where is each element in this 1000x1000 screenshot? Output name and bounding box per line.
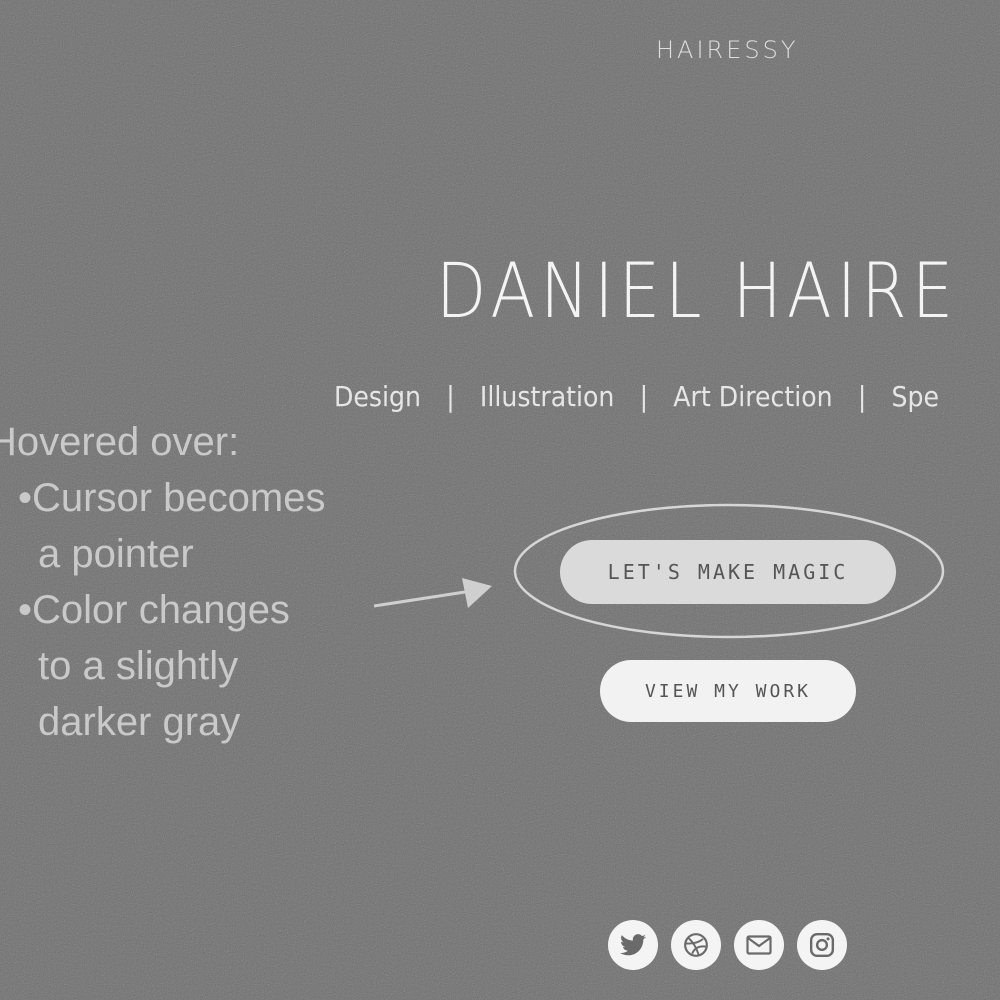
dribbble-icon [684,933,708,957]
dribbble-link[interactable] [671,920,721,970]
nav-item-illustration[interactable]: Illustration [480,380,614,413]
nav-item-art-direction[interactable]: Art Direction [673,380,832,413]
annotation-line: to a slightly [38,644,239,688]
view-my-work-button[interactable]: VIEW MY WORK [600,660,856,722]
nav-item-design[interactable]: Design [334,380,421,413]
mail-icon [746,935,772,955]
site-logo[interactable]: HAIRESSY [656,36,799,64]
annotation-line: •Cursor becomes [18,476,326,520]
social-links [608,920,847,970]
annotation-line: •Color changes [18,588,290,632]
category-nav: Design | Illustration | Art Direction | … [334,380,939,413]
hero-title: DANIEL HAIRE [436,246,959,335]
annotation-arrow [373,578,492,608]
email-link[interactable] [734,920,784,970]
nav-separator: | [446,380,455,413]
nav-separator: | [857,380,867,413]
page: HAIRESSY DANIEL HAIRE Design | Illustrat… [0,0,1000,1000]
twitter-icon [620,934,646,956]
nav-separator: | [639,380,649,413]
annotation-line: Hovered over: [0,420,240,464]
instagram-icon [809,932,835,958]
annotation-line: a pointer [38,532,194,576]
hover-annotation: Hovered over: •Cursor becomes a pointer … [0,414,408,750]
annotation-line: darker gray [38,700,241,744]
nav-item-spe[interactable]: Spe [892,380,940,413]
twitter-link[interactable] [608,920,658,970]
instagram-link[interactable] [797,920,847,970]
lets-make-magic-button[interactable]: LET'S MAKE MAGIC [560,540,896,604]
